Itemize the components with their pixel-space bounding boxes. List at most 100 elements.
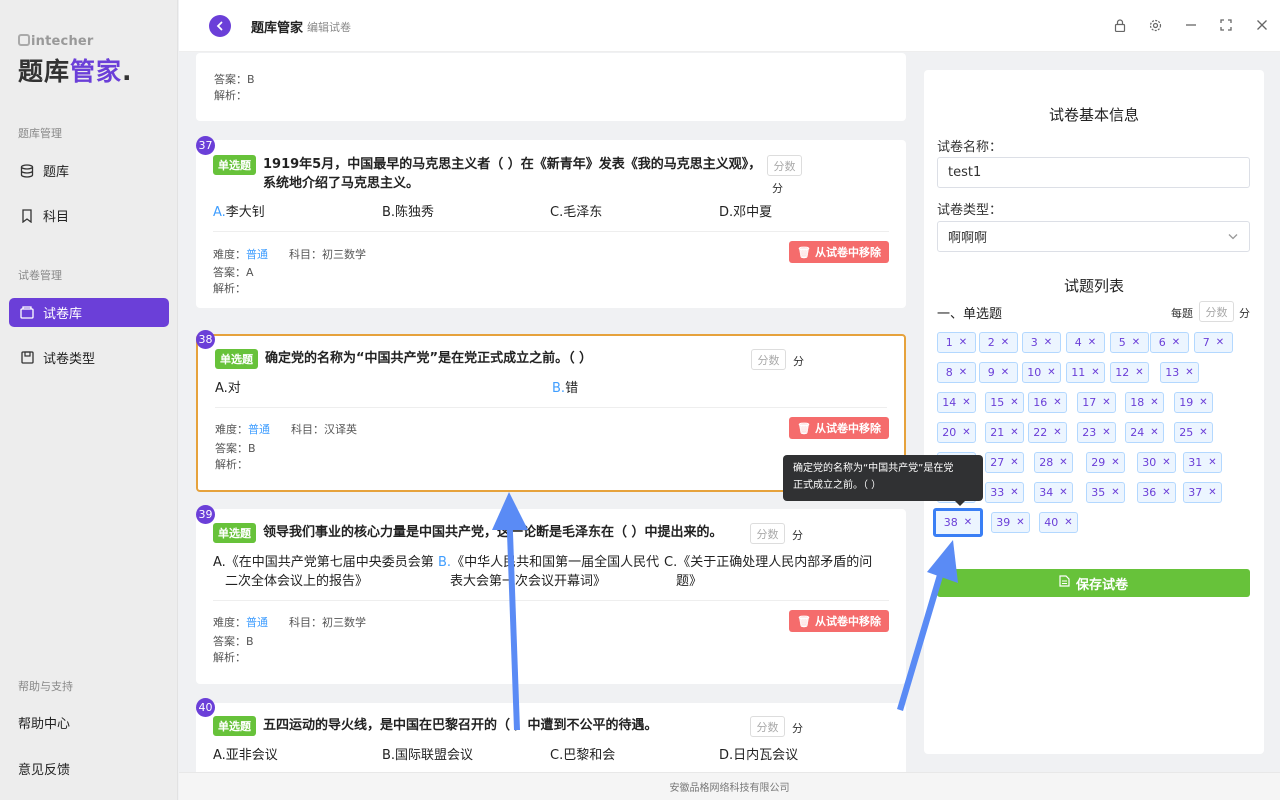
remove-from-paper-button[interactable]: 🗑 从试卷中移除 <box>789 241 889 263</box>
close-icon[interactable]: ✕ <box>1102 427 1110 438</box>
question-chip[interactable]: 31 ✕ <box>1183 452 1222 473</box>
question-chip[interactable]: 39 ✕ <box>991 512 1030 533</box>
close-icon[interactable]: ✕ <box>1216 337 1224 348</box>
question-chip[interactable]: 6 ✕ <box>1150 332 1189 353</box>
sidebar-item-bank[interactable]: 题库 <box>9 156 169 185</box>
question-chip[interactable]: 5 ✕ <box>1110 332 1149 353</box>
close-icon[interactable]: ✕ <box>1001 337 1009 348</box>
close-icon[interactable]: ✕ <box>1102 397 1110 408</box>
close-icon[interactable]: ✕ <box>1208 457 1216 468</box>
paper-type-select[interactable]: 啊啊啊 <box>937 221 1250 252</box>
question-chip[interactable]: 19 ✕ <box>1174 392 1213 413</box>
close-icon[interactable]: ✕ <box>962 427 970 438</box>
chip-label: 20 <box>942 426 957 439</box>
close-icon[interactable]: ✕ <box>959 367 967 378</box>
close-icon[interactable]: ✕ <box>1010 427 1018 438</box>
question-chip[interactable]: 36 ✕ <box>1137 482 1176 503</box>
close-icon[interactable]: ✕ <box>1132 337 1140 348</box>
close-icon[interactable]: ✕ <box>1059 487 1067 498</box>
sidebar-item-feedback[interactable]: 意见反馈 <box>9 754 169 783</box>
close-icon[interactable]: ✕ <box>1010 487 1018 498</box>
question-chip[interactable]: 18 ✕ <box>1125 392 1164 413</box>
gear-icon[interactable] <box>1147 17 1163 33</box>
question-chip[interactable]: 2 ✕ <box>979 332 1018 353</box>
close-icon[interactable]: ✕ <box>1047 367 1055 378</box>
close-icon[interactable]: ✕ <box>962 397 970 408</box>
question-chip[interactable]: 23 ✕ <box>1077 422 1116 443</box>
close-icon[interactable]: ✕ <box>1199 397 1207 408</box>
fullscreen-icon[interactable] <box>1218 17 1234 33</box>
sidebar-item-subject[interactable]: 科目 <box>9 201 169 230</box>
close-icon[interactable]: ✕ <box>1150 427 1158 438</box>
close-icon[interactable]: ✕ <box>1001 367 1009 378</box>
question-chip[interactable]: 3 ✕ <box>1022 332 1061 353</box>
question-chip[interactable]: 10 ✕ <box>1022 362 1061 383</box>
close-icon[interactable]: ✕ <box>1059 457 1067 468</box>
close-icon[interactable]: ✕ <box>964 517 972 528</box>
question-chip[interactable]: 29 ✕ <box>1086 452 1125 473</box>
back-button[interactable] <box>209 15 231 37</box>
remove-from-paper-button[interactable]: 🗑 从试卷中移除 <box>789 610 889 632</box>
question-chip[interactable]: 25 ✕ <box>1174 422 1213 443</box>
question-chip[interactable]: 33 ✕ <box>985 482 1024 503</box>
close-icon[interactable]: ✕ <box>1044 337 1052 348</box>
question-chip[interactable]: 35 ✕ <box>1086 482 1125 503</box>
question-chip[interactable]: 28 ✕ <box>1034 452 1073 473</box>
question-chip[interactable]: 4 ✕ <box>1066 332 1105 353</box>
question-chip[interactable]: 1 ✕ <box>937 332 976 353</box>
close-icon[interactable]: ✕ <box>1010 457 1018 468</box>
close-icon[interactable]: ✕ <box>1185 367 1193 378</box>
question-chip[interactable]: 37 ✕ <box>1183 482 1222 503</box>
question-chip[interactable]: 20 ✕ <box>937 422 976 443</box>
score-input[interactable]: 分数 <box>750 716 785 737</box>
score-input[interactable]: 分数 <box>750 523 785 544</box>
close-icon[interactable]: ✕ <box>1016 517 1024 528</box>
question-chip[interactable]: 34 ✕ <box>1034 482 1073 503</box>
close-icon[interactable]: ✕ <box>959 337 967 348</box>
close-icon[interactable]: ✕ <box>1199 427 1207 438</box>
close-icon[interactable]: ✕ <box>1064 517 1072 528</box>
question-chip[interactable]: 12 ✕ <box>1110 362 1149 383</box>
close-icon[interactable]: ✕ <box>1053 427 1061 438</box>
question-chip[interactable]: 8 ✕ <box>937 362 976 383</box>
remove-from-paper-button[interactable]: 🗑 从试卷中移除 <box>789 417 889 439</box>
question-chip[interactable]: 22 ✕ <box>1028 422 1067 443</box>
close-icon[interactable] <box>1254 17 1270 33</box>
close-icon[interactable]: ✕ <box>1088 337 1096 348</box>
close-icon[interactable]: ✕ <box>1172 337 1180 348</box>
close-icon[interactable]: ✕ <box>1150 397 1158 408</box>
question-chip[interactable]: 14 ✕ <box>937 392 976 413</box>
close-icon[interactable]: ✕ <box>1162 487 1170 498</box>
close-icon[interactable]: ✕ <box>1111 487 1119 498</box>
close-icon[interactable]: ✕ <box>1010 397 1018 408</box>
close-icon[interactable]: ✕ <box>1208 487 1216 498</box>
question-chip[interactable]: 16 ✕ <box>1028 392 1067 413</box>
question-chip[interactable]: 9 ✕ <box>979 362 1018 383</box>
question-chip[interactable]: 27 ✕ <box>985 452 1024 473</box>
question-chip[interactable]: 17 ✕ <box>1077 392 1116 413</box>
question-chip[interactable]: 7 ✕ <box>1194 332 1233 353</box>
close-icon[interactable]: ✕ <box>1091 367 1099 378</box>
lock-icon[interactable] <box>1112 17 1128 33</box>
close-icon[interactable]: ✕ <box>1162 457 1170 468</box>
question-chip[interactable]: 13 ✕ <box>1160 362 1199 383</box>
close-icon[interactable]: ✕ <box>1135 367 1143 378</box>
question-chip[interactable]: 30 ✕ <box>1137 452 1176 473</box>
sidebar-item-paper-type[interactable]: 试卷类型 <box>9 343 169 372</box>
save-paper-button[interactable]: 保存试卷 <box>937 569 1250 597</box>
score-input[interactable]: 分数 <box>751 349 786 370</box>
sidebar-item-help-center[interactable]: 帮助中心 <box>9 708 169 737</box>
score-input[interactable]: 分数 <box>767 155 802 176</box>
question-chip[interactable]: 21 ✕ <box>985 422 1024 443</box>
question-chip[interactable]: 24 ✕ <box>1125 422 1164 443</box>
close-icon[interactable]: ✕ <box>1111 457 1119 468</box>
sidebar-item-paper-library[interactable]: 试卷库 <box>9 298 169 327</box>
question-chip[interactable]: 38 ✕ <box>933 508 983 537</box>
per-question-score-input[interactable]: 分数 <box>1199 301 1234 322</box>
question-chip[interactable]: 40 ✕ <box>1039 512 1078 533</box>
paper-name-input[interactable]: test1 <box>937 157 1250 188</box>
minimize-icon[interactable] <box>1183 17 1199 33</box>
close-icon[interactable]: ✕ <box>1053 397 1061 408</box>
question-chip[interactable]: 11 ✕ <box>1066 362 1105 383</box>
question-chip[interactable]: 15 ✕ <box>985 392 1024 413</box>
